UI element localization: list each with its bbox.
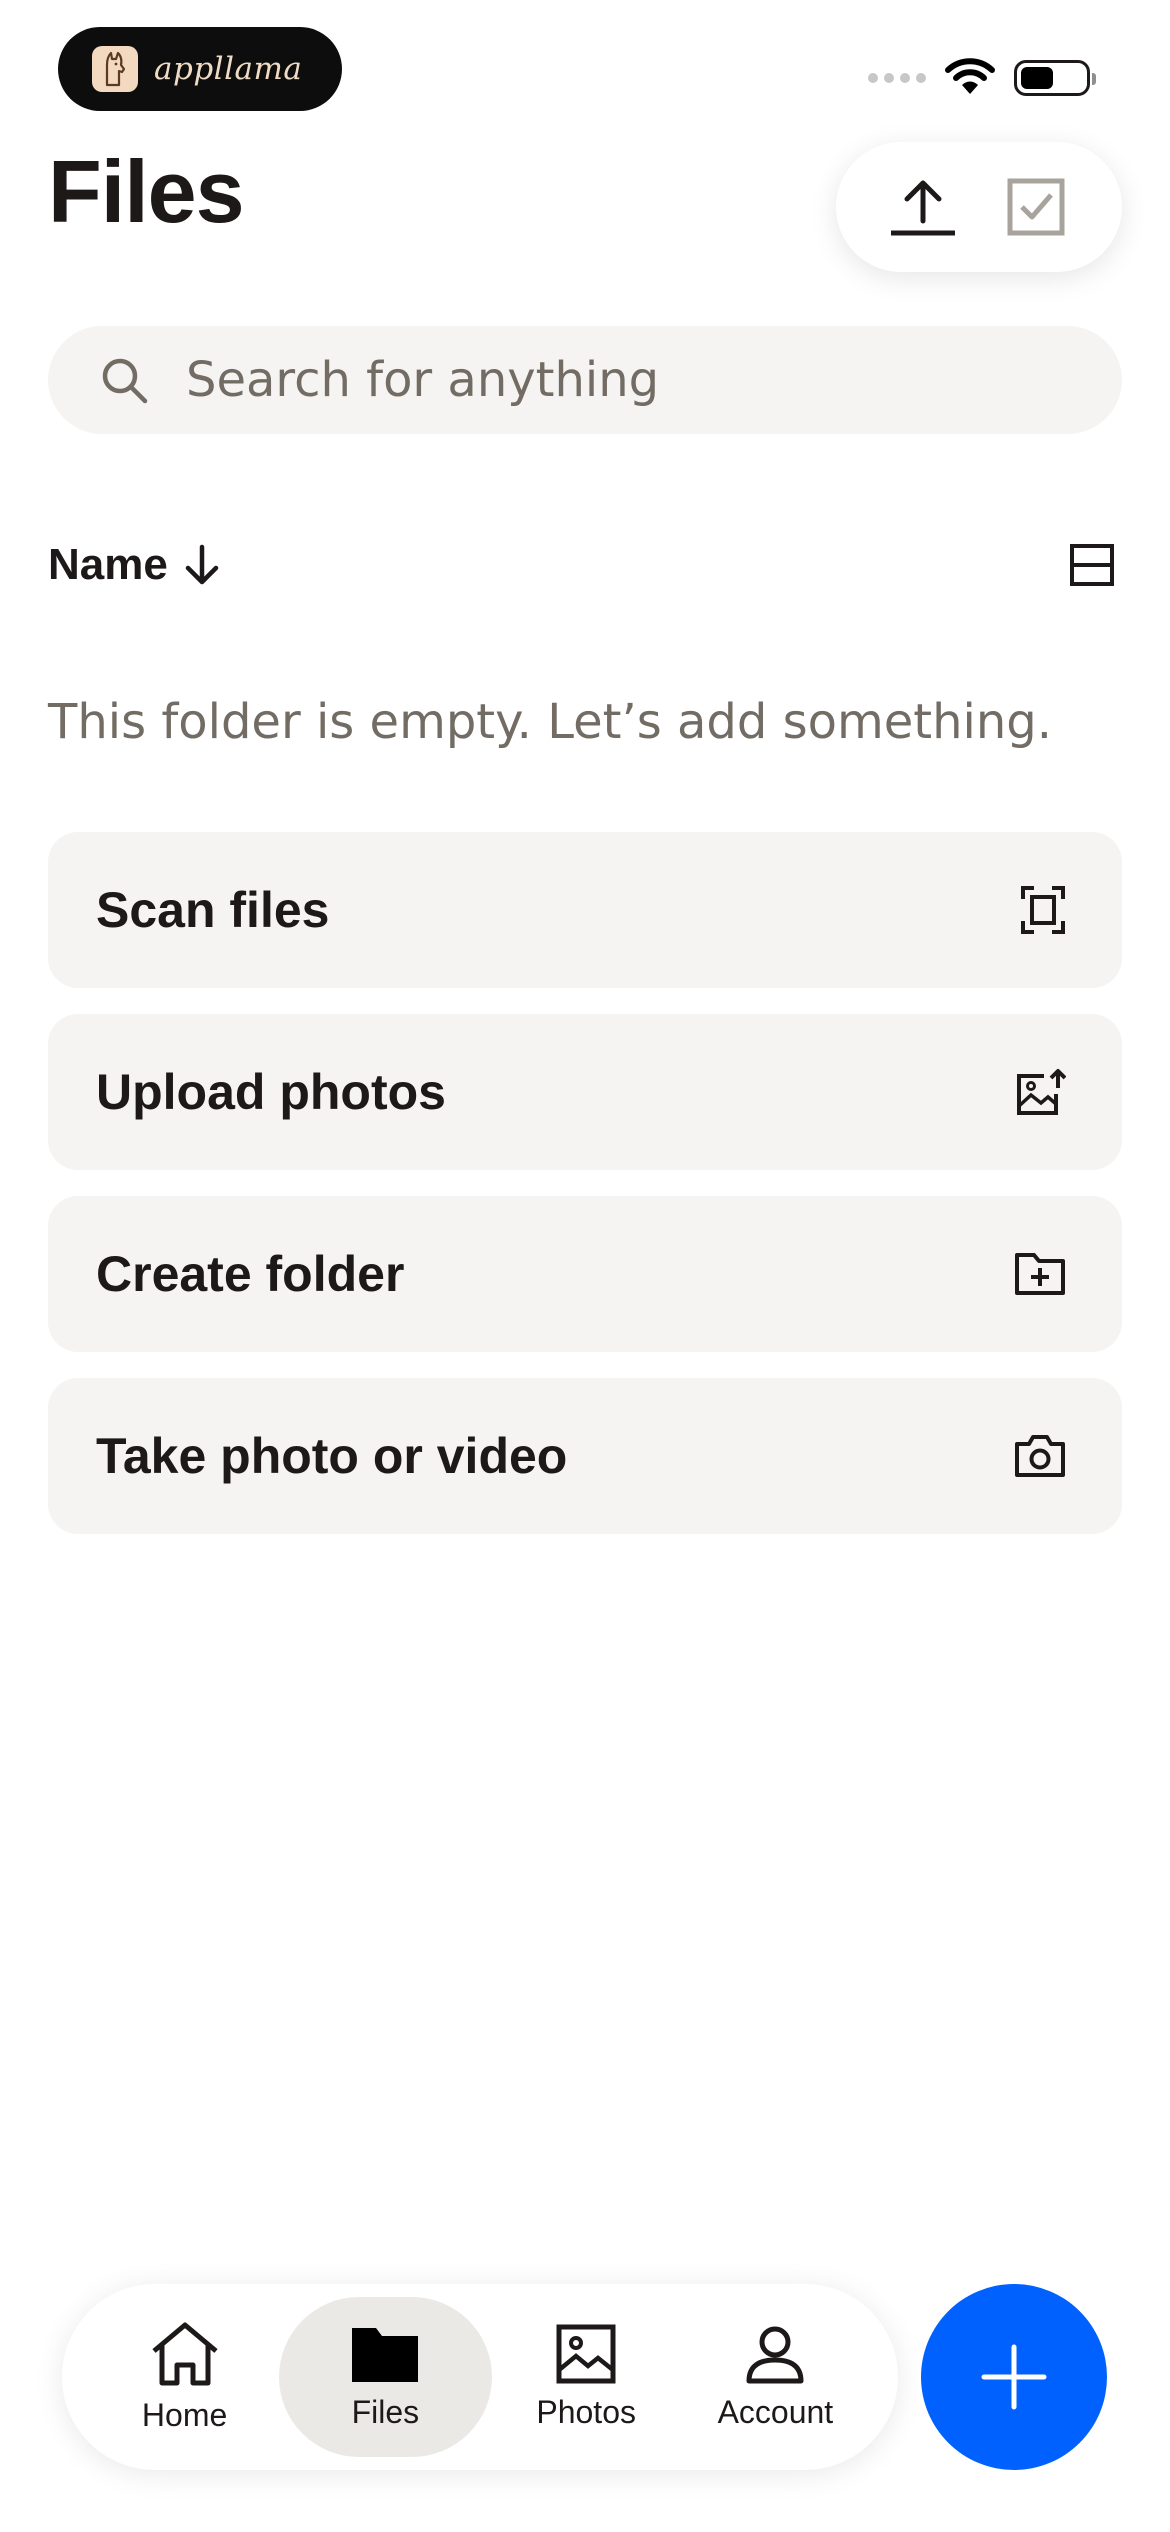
nav-item-files[interactable]: Files [279,2297,492,2457]
arrow-down-icon [185,544,219,585]
upload-icon [890,180,955,236]
upload-photo-icon [1017,1069,1066,1115]
nav-label: Photos [536,2393,636,2430]
camera-icon [1015,1435,1065,1477]
nav-item-photos[interactable]: Photos [492,2297,681,2457]
upload-button[interactable] [883,167,963,247]
brand-name: appllama [154,51,303,87]
battery-icon [1014,60,1096,96]
app-badge: appllama [58,27,342,111]
header-actions [836,142,1122,272]
nav-item-account[interactable]: Account [681,2297,870,2457]
scan-icon [1021,886,1065,934]
nav-item-home[interactable]: Home [90,2297,279,2457]
action-label: Create folder [96,1246,405,1302]
layout-toggle-icon [1070,544,1114,586]
llama-logo-icon [92,46,138,92]
scan-files-button[interactable]: Scan files [48,832,1122,988]
folder-plus-icon [1015,1253,1065,1295]
search-icon [102,358,148,404]
select-button[interactable] [996,167,1076,247]
person-icon [746,2326,804,2383]
sort-by-name-button[interactable]: Name [48,540,224,590]
create-folder-button[interactable]: Create folder [48,1196,1122,1352]
empty-folder-message: This folder is empty. Let’s add somethin… [48,694,1052,750]
action-label: Scan files [96,882,330,938]
photo-icon [556,2324,616,2383]
sort-label: Name [48,540,168,589]
plus-icon [981,2344,1047,2410]
add-button[interactable] [921,2284,1107,2470]
folder-icon [352,2327,419,2382]
page-title: Files [48,142,245,241]
signal-dots-icon [868,73,926,83]
home-icon [151,2322,218,2385]
bottom-nav: Home Files Photos Account [62,2284,898,2470]
empty-actions-list: Scan files Upload photos Create folder T… [48,832,1122,1560]
nav-label: Account [717,2393,834,2430]
search-input[interactable] [184,351,1044,409]
nav-label: Home [141,2396,228,2433]
search-bar[interactable] [48,326,1122,434]
action-label: Upload photos [96,1064,446,1120]
sort-row: Name [48,530,1122,600]
take-photo-button[interactable]: Take photo or video [48,1378,1122,1534]
wifi-icon [944,56,996,100]
view-toggle-button[interactable] [1062,535,1122,595]
upload-photos-button[interactable]: Upload photos [48,1014,1122,1170]
select-checkbox-icon [1007,178,1064,236]
action-label: Take photo or video [96,1428,568,1484]
nav-label: Files [351,2393,420,2430]
status-icons [868,56,1096,100]
